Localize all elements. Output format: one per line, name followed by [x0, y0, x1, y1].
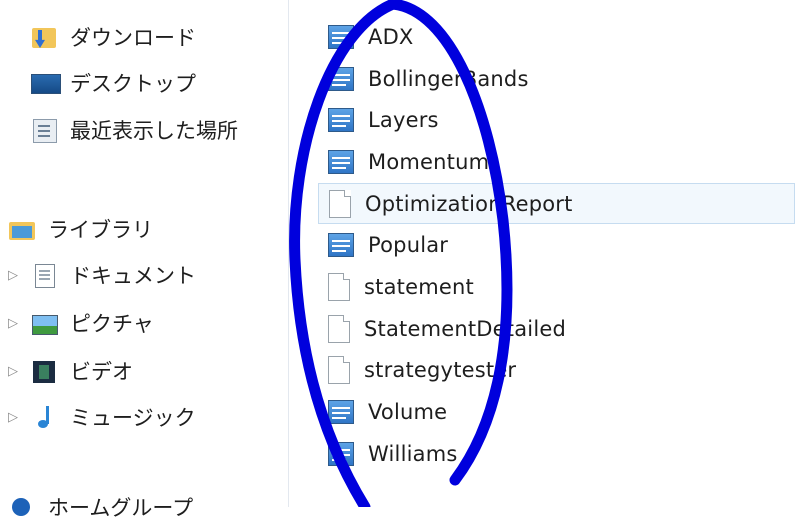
config-file-icon: [328, 66, 354, 91]
file-item-statement[interactable]: statement: [318, 266, 795, 308]
file-item-layers[interactable]: Layers: [318, 99, 795, 141]
file-name: BollingerBands: [368, 66, 529, 91]
blank-file-icon: [328, 272, 350, 301]
library-icon: [8, 216, 38, 242]
nav-item-pictures[interactable]: ▷ ピクチャ: [8, 306, 154, 340]
config-file-icon: [328, 149, 354, 174]
file-name: statement: [364, 274, 474, 299]
nav-label: ライブラリ: [48, 218, 153, 242]
blank-file-icon: [328, 314, 350, 343]
config-file-icon: [328, 400, 354, 425]
file-item-adx[interactable]: ADX: [318, 16, 795, 58]
file-name: Popular: [368, 233, 449, 258]
file-item-momentum[interactable]: Momentum: [318, 141, 795, 183]
blank-file-icon: [329, 189, 351, 218]
navigation-pane: ダウンロード デスクトップ 最近表示した場所 ライブラリ ▷ ドキュメント ▷ …: [0, 0, 288, 520]
nav-item-documents[interactable]: ▷ ドキュメント: [8, 258, 196, 292]
file-item-bollingerbands[interactable]: BollingerBands: [318, 58, 795, 100]
expand-arrow-icon[interactable]: ▷: [8, 268, 30, 283]
config-file-icon: [328, 24, 354, 49]
nav-item-recent-places[interactable]: 最近表示した場所: [30, 113, 238, 147]
file-name: strategytester: [364, 358, 517, 383]
file-name: OptimizationReport: [365, 191, 573, 216]
nav-label: ミュージック: [70, 406, 196, 430]
file-item-strategytester[interactable]: strategytester: [318, 350, 795, 392]
nav-label: ピクチャ: [70, 312, 154, 336]
nav-item-homegroup[interactable]: ホームグループ: [8, 490, 193, 524]
expand-arrow-icon[interactable]: ▷: [8, 364, 30, 379]
recent-places-icon: [30, 117, 60, 143]
documents-icon: [30, 262, 60, 288]
nav-label: ビデオ: [70, 360, 133, 384]
file-item-statementdetailed[interactable]: StatementDetailed: [318, 308, 795, 350]
nav-label: ドキュメント: [70, 264, 196, 288]
file-item-williams[interactable]: Williams: [318, 433, 795, 475]
nav-item-music[interactable]: ▷ ミュージック: [8, 400, 196, 434]
file-item-optimizationreport[interactable]: OptimizationReport: [318, 182, 795, 225]
file-item-volume[interactable]: Volume: [318, 391, 795, 433]
music-icon: [30, 404, 60, 430]
config-file-icon: [328, 441, 354, 466]
config-file-icon: [328, 108, 354, 133]
nav-label: ホームグループ: [48, 496, 194, 520]
file-list: ADX BollingerBands Layers Momentum Optim…: [318, 16, 795, 475]
file-name: StatementDetailed: [364, 316, 567, 341]
nav-label: ダウンロード: [70, 26, 196, 50]
file-name: Layers: [368, 108, 439, 133]
blank-file-icon: [328, 356, 350, 385]
pane-divider[interactable]: [288, 0, 289, 507]
file-name: Momentum: [368, 149, 490, 174]
file-name: Volume: [368, 400, 448, 425]
config-file-icon: [328, 233, 354, 258]
nav-item-desktop[interactable]: デスクトップ: [30, 66, 196, 100]
videos-icon: [30, 358, 60, 384]
pictures-icon: [30, 310, 60, 336]
nav-item-videos[interactable]: ▷ ビデオ: [8, 354, 133, 388]
nav-item-library[interactable]: ライブラリ: [8, 212, 153, 246]
file-item-popular[interactable]: Popular: [318, 224, 795, 266]
expand-arrow-icon[interactable]: ▷: [8, 316, 30, 331]
expand-arrow-icon[interactable]: ▷: [8, 410, 30, 425]
nav-label: 最近表示した場所: [70, 119, 238, 143]
homegroup-icon: [8, 494, 38, 520]
download-folder-icon: [30, 24, 60, 50]
file-name: Williams: [368, 441, 458, 466]
desktop-icon: [30, 70, 61, 96]
nav-item-downloads[interactable]: ダウンロード: [30, 20, 196, 54]
file-name: ADX: [368, 24, 414, 49]
nav-label: デスクトップ: [70, 72, 196, 96]
